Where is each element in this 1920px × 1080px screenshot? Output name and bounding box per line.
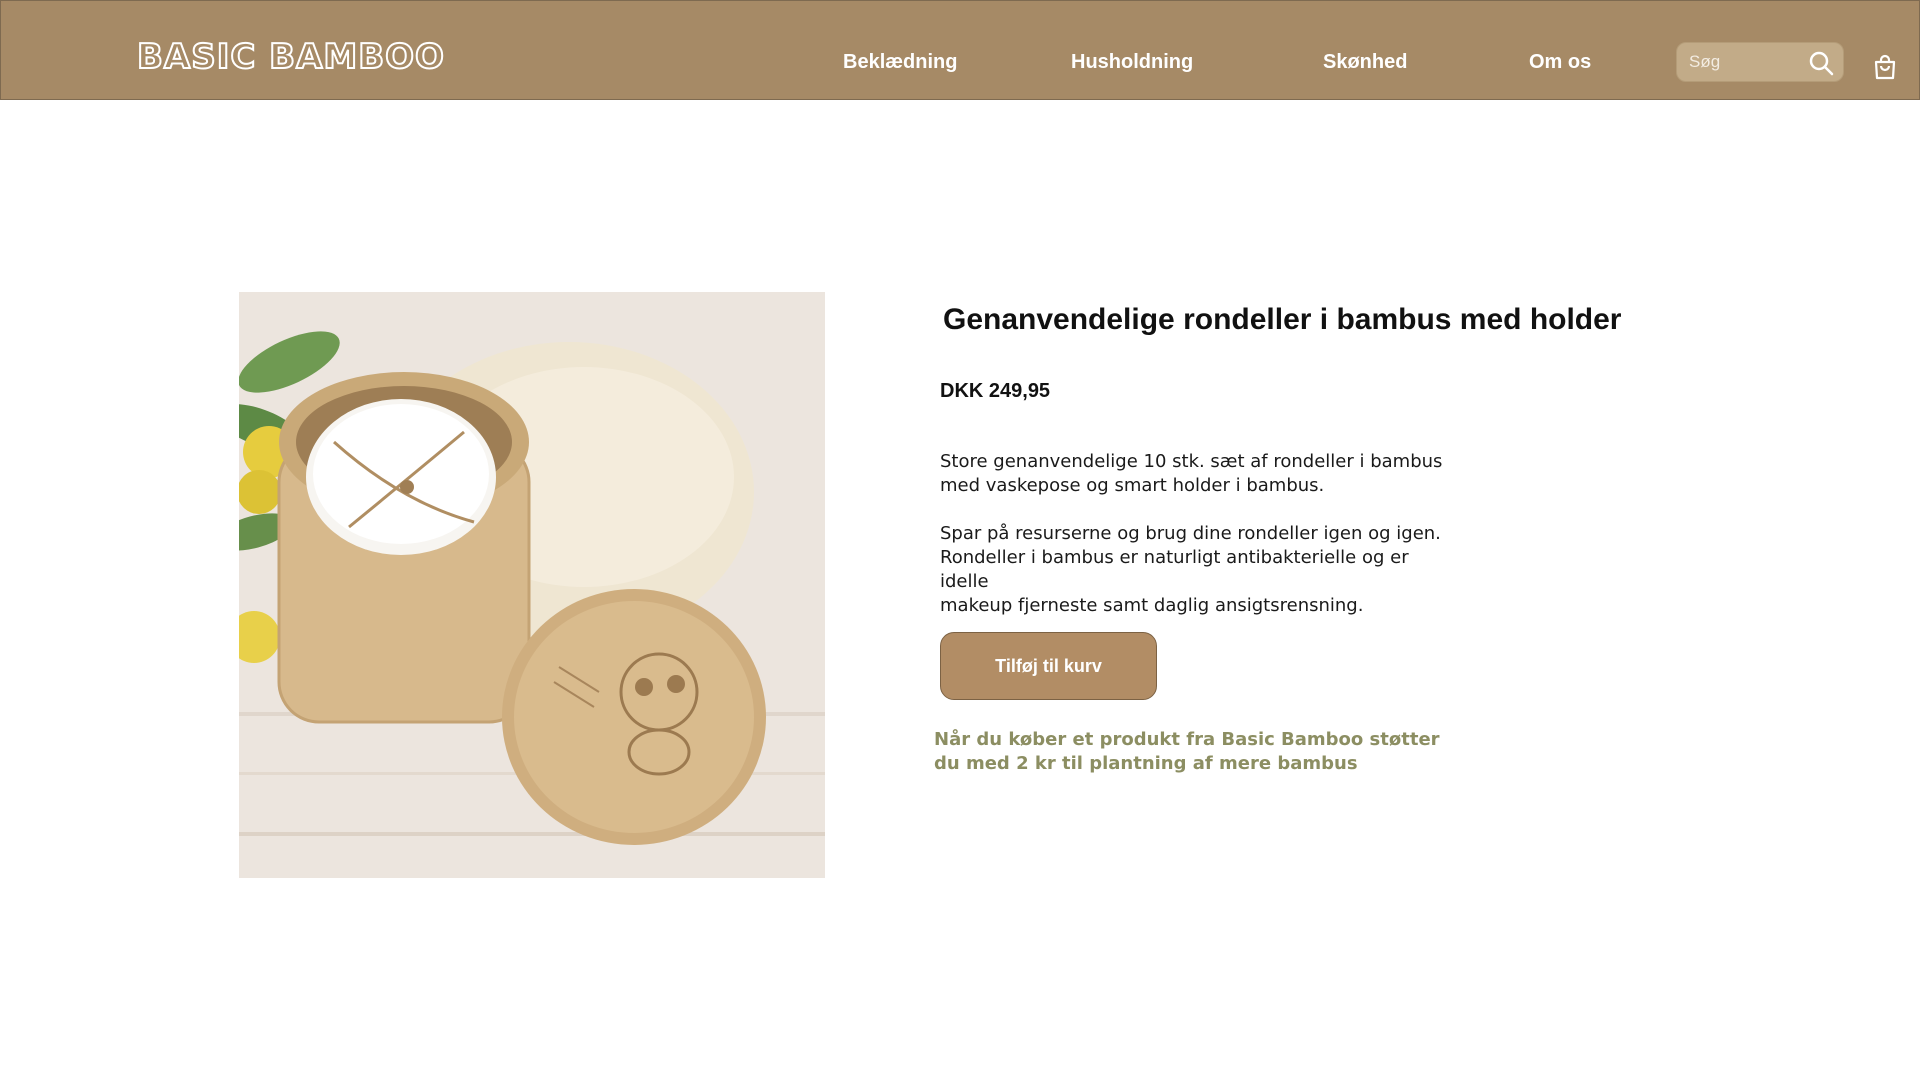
sustainability-note: Når du køber et produkt fra Basic Bamboo… bbox=[934, 728, 1454, 776]
description-line: Store genanvendelige 10 stk. sæt af rond… bbox=[940, 451, 1443, 472]
nav-item-beklaedning[interactable]: Beklædning bbox=[843, 51, 957, 74]
description-paragraph-1: Store genanvendelige 10 stk. sæt af rond… bbox=[940, 450, 1460, 498]
description-line: makeup fjerneste samt daglig ansigtsrens… bbox=[940, 595, 1364, 616]
nav-item-husholdning[interactable]: Husholdning bbox=[1071, 51, 1193, 74]
description-line: med vaskepose og smart holder i bambus. bbox=[940, 475, 1325, 496]
note-line: Når du køber et produkt fra Basic Bamboo… bbox=[934, 729, 1440, 750]
site-header: BASIC BAMBOO Beklædning Husholdning Skøn… bbox=[0, 0, 1920, 100]
nav-item-om-os[interactable]: Om os bbox=[1529, 51, 1591, 74]
product-image[interactable] bbox=[239, 292, 825, 878]
note-line: du med 2 kr til plantning af mere bambus bbox=[934, 753, 1358, 774]
logo[interactable]: BASIC BAMBOO bbox=[136, 36, 445, 78]
nav-item-skonhed[interactable]: Skønhed bbox=[1323, 51, 1407, 74]
product-price: DKK 249,95 bbox=[940, 380, 1051, 402]
description-paragraph-2: Spar på resurserne og brug dine rondelle… bbox=[940, 522, 1460, 618]
description-line: Spar på resurserne og brug dine rondelle… bbox=[940, 523, 1441, 544]
search-input[interactable] bbox=[1689, 49, 1799, 75]
shopping-bag-icon[interactable] bbox=[1871, 53, 1899, 81]
product-title: Genanvendelige rondeller i bambus med ho… bbox=[943, 303, 1622, 336]
search-box bbox=[1676, 42, 1844, 82]
search-icon[interactable] bbox=[1807, 49, 1835, 77]
add-to-cart-button[interactable]: Tilføj til kurv bbox=[940, 632, 1157, 700]
description-line: Rondeller i bambus er naturligt antibakt… bbox=[940, 547, 1409, 592]
product-description: Store genanvendelige 10 stk. sæt af rond… bbox=[940, 450, 1460, 642]
